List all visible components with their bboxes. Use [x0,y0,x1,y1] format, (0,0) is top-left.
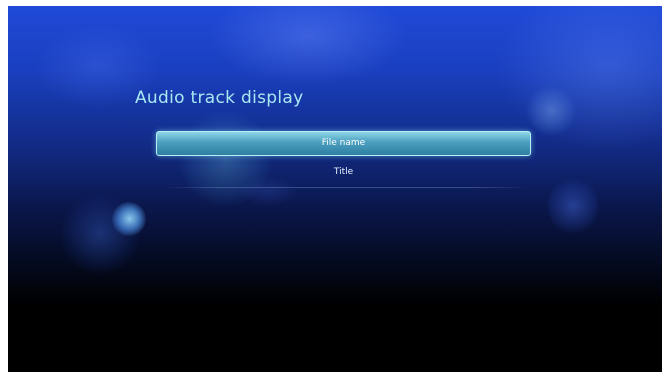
option-file-name[interactable]: File name [156,131,531,156]
options-list: File name Title [156,131,531,188]
option-label: Title [333,167,354,177]
list-divider [164,187,527,188]
option-label: File name [321,138,366,148]
screen-frame: Audio track display File name Title [8,6,662,372]
bokeh-light-decoration [548,176,598,236]
page-title: Audio track display [135,88,304,108]
bokeh-light-decoration [112,202,146,236]
bokeh-light-decoration [60,194,140,274]
bokeh-light-decoration [526,86,576,136]
option-title[interactable]: Title [156,160,531,188]
